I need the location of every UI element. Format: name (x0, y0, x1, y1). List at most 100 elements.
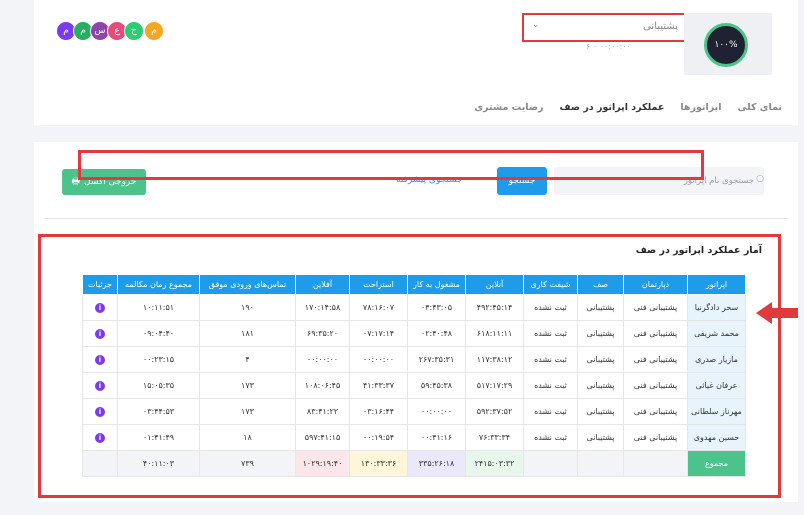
cell-calls: ۱۸ (199, 424, 296, 451)
tab-customer-satisfaction[interactable]: رضایت مشتری (474, 102, 543, 113)
tab-operator-queue-performance[interactable]: عملکرد اپراتور در صف (560, 102, 665, 113)
service-level-box: ۱۰۰% (684, 13, 772, 75)
cell-talk-time: ۱۰:۱۱:۵۱ (117, 294, 200, 321)
info-icon[interactable]: i (95, 380, 105, 391)
stats-highlight-frame: آمار عملکرد اپراتور در صف اپراتور دپارتم… (38, 234, 781, 498)
cell-shift: ثبت نشده (523, 346, 578, 373)
table-row[interactable]: حسین مهدوی پشتیبانی فنی پشتیبانی ثبت نشد… (82, 424, 746, 451)
cell-queue: پشتیبانی (577, 346, 624, 373)
info-icon[interactable]: i (95, 432, 105, 443)
queue-mini-stats: ۶ ۰ ۰۰:۰۰:۰۰ (586, 42, 631, 51)
col-operator[interactable]: اپراتور (687, 274, 746, 295)
service-level-gauge: ۱۰۰% (704, 23, 748, 67)
col-department[interactable]: دپارتمان (623, 274, 688, 295)
cell-busy: ۵۹:۴۵:۳۸ (407, 372, 466, 399)
total-empty (577, 450, 624, 477)
table-row[interactable]: محمد شریفی پشتیبانی فنی پشتیبانی ثبت نشد… (82, 320, 746, 347)
search-button[interactable]: جستجو (497, 167, 547, 195)
cell-shift: ثبت نشده (523, 398, 578, 425)
cell-operator: مازیار صدری (687, 346, 746, 373)
col-rest[interactable]: استراحت (349, 274, 408, 295)
cell-shift: ثبت نشده (523, 372, 578, 399)
cell-online: ۴۹۲:۴۵:۱۴ (465, 294, 524, 321)
printer-icon: 🖶 (71, 177, 81, 187)
col-queue[interactable]: صف (577, 274, 624, 295)
info-icon[interactable]: i (95, 406, 105, 417)
cell-queue: پشتیبانی (577, 424, 624, 451)
cell-operator: سحر دادگرنیا (687, 294, 746, 321)
cell-details: i (82, 320, 118, 347)
cell-calls: ۱۹۰ (199, 294, 296, 321)
cell-busy: ۲۶۷:۳۵:۳۱ (407, 346, 466, 373)
table-total-row: مجموع ۲۴۱۵:۰۳:۳۲ ۳۳۵:۲۶:۱۸ ۱۳۰:۳۳:۳۶ ۱۰۲… (82, 450, 746, 477)
divider (44, 218, 788, 219)
cell-online: ۵۹۲:۳۷:۵۲ (465, 398, 524, 425)
cell-rest: ۰۷:۱۷:۱۴ (349, 320, 408, 347)
total-busy: ۳۳۵:۲۶:۱۸ (407, 450, 466, 477)
excel-export-button[interactable]: 🖶 خروجی اکسل (62, 169, 146, 195)
cell-calls: ۱۸۱ (199, 320, 296, 347)
col-shift[interactable]: شیفت کاری (523, 274, 578, 295)
cell-shift: ثبت نشده (523, 320, 578, 347)
tab-operators[interactable]: اپراتورها (680, 102, 721, 113)
cell-queue: پشتیبانی (577, 398, 624, 425)
tab-overview[interactable]: نمای کلی (737, 102, 782, 113)
report-tabs: نمای کلی اپراتورها عملکرد اپراتور در صف … (474, 102, 782, 113)
search-icon: ○ (756, 174, 764, 184)
cell-details: i (82, 346, 118, 373)
stats-title: آمار عملکرد اپراتور در صف (635, 245, 762, 256)
cell-offline: ۶۹:۳۵:۲۰ (295, 320, 350, 347)
avatar[interactable]: م (144, 21, 164, 41)
cell-offline: ۰۰:۰۰:۰۰ (295, 346, 350, 373)
cell-online: ۱۱۷:۳۸:۱۲ (465, 346, 524, 373)
total-talk-time: ۴۰:۱۱:۰۳ (117, 450, 200, 477)
total-empty (523, 450, 578, 477)
total-offline: ۱۰۲۹:۱۹:۴۰ (295, 450, 350, 477)
cell-operator: حسین مهدوی (687, 424, 746, 451)
stats-card: 🖶 خروجی اکسل جستجوی پیشرفته جستجو جستجوی… (34, 142, 798, 502)
cell-talk-time: ۰۰:۲۳:۱۵ (117, 346, 200, 373)
total-empty (82, 450, 118, 477)
info-icon[interactable]: i (95, 328, 105, 339)
search-placeholder: جستجوی نام اپراتور (683, 176, 754, 186)
cell-talk-time: ۱۵:۰۵:۳۵ (117, 372, 200, 399)
cell-busy: ۰۰:۴۱:۱۶ (407, 424, 466, 451)
info-icon[interactable]: i (95, 302, 105, 313)
operator-search-input[interactable]: جستجوی نام اپراتور ○ (554, 167, 764, 195)
advanced-search-link[interactable]: جستجوی پیشرفته (396, 175, 463, 185)
table-header-row: اپراتور دپارتمان صف شیفت کاری آنلاین مشغ… (82, 274, 746, 295)
table-row[interactable]: مازیار صدری پشتیبانی فنی پشتیبانی ثبت نش… (82, 346, 746, 373)
cell-calls: ۱۷۳ (199, 372, 296, 399)
table-row[interactable]: سحر دادگرنیا پشتیبانی فنی پشتیبانی ثبت ن… (82, 294, 746, 321)
cell-online: ۵۱۷:۱۷:۲۹ (465, 372, 524, 399)
cell-department: پشتیبانی فنی (623, 424, 688, 451)
avatar[interactable]: ح (124, 21, 144, 41)
col-offline[interactable]: آفلاین (295, 274, 350, 295)
cell-department: پشتیبانی فنی (623, 294, 688, 321)
table-row[interactable]: عرفان غیاثی پشتیبانی فنی پشتیبانی ثبت نش… (82, 372, 746, 399)
cell-shift: ثبت نشده (523, 294, 578, 321)
total-empty (623, 450, 688, 477)
table-row[interactable]: مهرناز سلطانی پشتیبانی فنی پشتیبانی ثبت … (82, 398, 746, 425)
cell-operator: مهرناز سلطانی (687, 398, 746, 425)
cell-operator: محمد شریفی (687, 320, 746, 347)
cell-busy: ۰۰:۰۰:۰۰ (407, 398, 466, 425)
col-successful-calls[interactable]: تماس‌های ورودی موفق (199, 274, 296, 295)
col-online[interactable]: آنلاین (465, 274, 524, 295)
cell-queue: پشتیبانی (577, 320, 624, 347)
cell-calls: ۴ (199, 346, 296, 373)
cell-offline: ۵۹۷:۴۱:۱۵ (295, 424, 350, 451)
cell-details: i (82, 424, 118, 451)
queue-select[interactable]: ⌄ پشتیبانی (522, 13, 690, 42)
total-calls: ۷۳۹ (199, 450, 296, 477)
total-online: ۲۴۱۵:۰۳:۳۲ (465, 450, 524, 477)
col-total-talk-time[interactable]: مجموع زمان مکالمه (117, 274, 200, 295)
cell-operator: عرفان غیاثی (687, 372, 746, 399)
cell-busy: ۰۲:۴۰:۴۸ (407, 320, 466, 347)
info-icon[interactable]: i (95, 354, 105, 365)
cell-rest: ۰۳:۱۶:۴۴ (349, 398, 408, 425)
cell-department: پشتیبانی فنی (623, 372, 688, 399)
col-busy[interactable]: مشغول به کار (407, 274, 466, 295)
cell-talk-time: ۰۳:۴۴:۵۳ (117, 398, 200, 425)
col-details: جزئیات (82, 274, 118, 295)
